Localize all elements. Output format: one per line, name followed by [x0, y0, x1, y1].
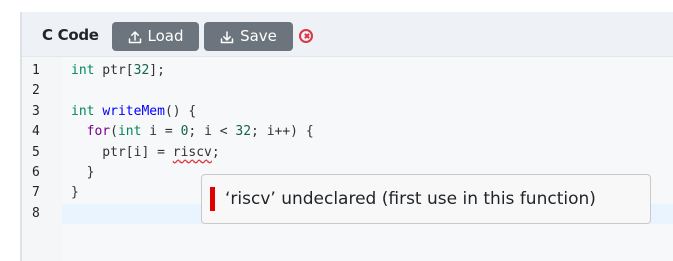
line-number: 4 [32, 124, 40, 140]
code-token: ( [110, 124, 118, 140]
toolbar-divider [22, 56, 673, 57]
code-token: () { [164, 103, 197, 119]
code-token: ptr[i] = [71, 144, 173, 160]
error-marker [210, 187, 215, 211]
code-token: ; [211, 144, 220, 160]
code-token: ptr[ [94, 63, 134, 78]
code-line-content: int ptr[32]; [62, 61, 673, 81]
code-line[interactable]: 5 ptr[i] = riscv; [22, 143, 673, 163]
lint-message: ‘riscv’ undeclared (first use in this fu… [225, 189, 596, 209]
keyword-token: for [86, 124, 111, 140]
line-number: 1 [32, 63, 40, 78]
code-token: ]; [149, 63, 165, 78]
code-token: ; i++) { [251, 124, 314, 140]
lint-tooltip: ‘riscv’ undeclared (first use in this fu… [201, 174, 651, 224]
line-number: 5 [32, 144, 40, 160]
upload-icon [128, 30, 141, 43]
code-line-content: int writeMem() { [62, 102, 673, 122]
code-token: i = [141, 124, 181, 140]
panel-title: C Code [42, 26, 99, 44]
code-line[interactable]: 2 [22, 81, 673, 101]
code-token: } [71, 164, 95, 180]
error-token: riscv [172, 144, 212, 160]
line-number: 6 [32, 164, 40, 180]
number-token: 32 [133, 63, 150, 78]
close-icon[interactable] [299, 29, 313, 43]
function-name-token: writeMem [102, 103, 165, 119]
line-number: 3 [32, 103, 40, 119]
number-token: 32 [235, 124, 252, 140]
load-button-label: Load [147, 27, 184, 45]
code-line-content [62, 81, 673, 101]
code-token: } [71, 185, 79, 201]
type-token: int [71, 103, 95, 119]
type-token: int [71, 63, 95, 78]
code-token: ; i < [188, 124, 236, 140]
save-button-label: Save [240, 27, 277, 45]
code-line-content: for(int i = 0; i < 32; i++) { [62, 122, 673, 142]
code-line[interactable]: 1 int ptr[32]; [22, 61, 673, 81]
code-line-content: ptr[i] = riscv; [62, 143, 673, 163]
type-token: int [117, 124, 142, 140]
code-line[interactable]: 4 for(int i = 0; i < 32; i++) { [22, 122, 673, 142]
line-number: 7 [32, 185, 40, 201]
line-number: 8 [32, 205, 40, 221]
download-icon [220, 30, 234, 43]
line-number: 2 [32, 83, 40, 99]
save-button[interactable]: Save [204, 22, 293, 51]
load-button[interactable]: Load [112, 22, 199, 51]
code-line[interactable]: 3 int writeMem() { [22, 102, 673, 122]
